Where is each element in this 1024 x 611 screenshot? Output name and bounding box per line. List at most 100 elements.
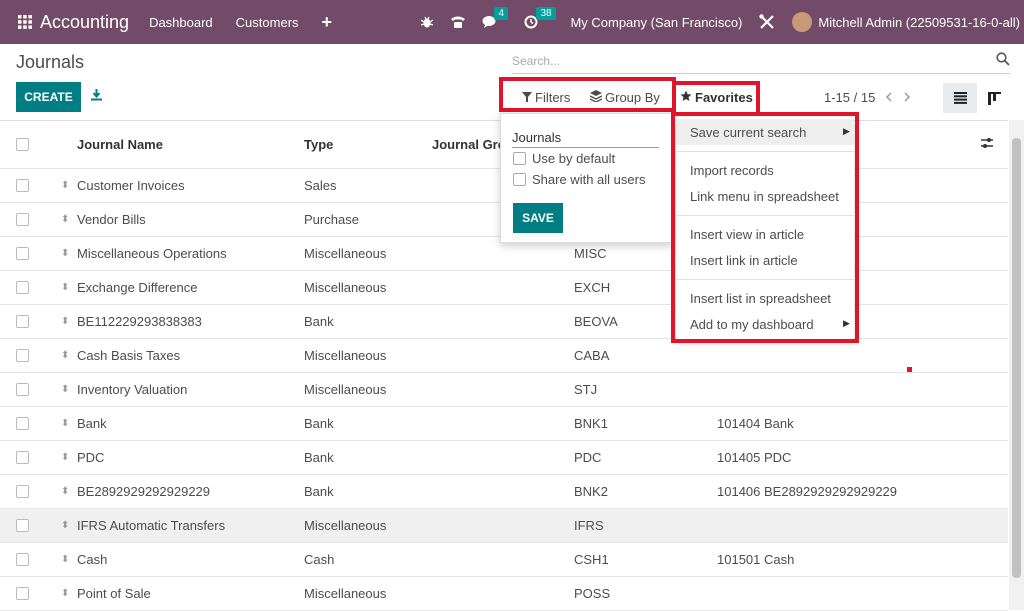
company-switcher[interactable]: My Company (San Francisco) (570, 15, 742, 30)
code-cell: STJ (574, 382, 598, 397)
table-row[interactable]: ⬍ Inventory Valuation Miscellaneous STJ (0, 373, 1008, 407)
table-row[interactable]: ⬍ IFRS Automatic Transfers Miscellaneous IF… (0, 509, 1008, 543)
row-checkbox[interactable] (16, 519, 29, 532)
account-cell: 101405 PDC (717, 450, 792, 465)
vertical-scrollbar[interactable] (1009, 120, 1024, 610)
column-settings-icon[interactable] (980, 136, 994, 153)
drag-handle-icon[interactable]: ⬍ (61, 214, 69, 225)
type-cell: Cash (304, 552, 335, 567)
save-search-dropdown: Journals Use by default Share with all u… (500, 113, 672, 243)
code-cell: PDC (574, 450, 602, 465)
drag-handle-icon[interactable]: ⬍ (61, 588, 69, 599)
select-all-checkbox[interactable] (16, 138, 29, 151)
highlight-box-filters (499, 77, 676, 112)
drag-handle-icon[interactable]: ⬍ (61, 180, 69, 191)
drag-handle-icon[interactable]: ⬍ (61, 350, 69, 361)
chat-icon[interactable]: 4 (482, 7, 508, 29)
chevron-right-icon[interactable] (903, 90, 911, 105)
menu-customers[interactable]: Customers (236, 15, 299, 30)
row-checkbox[interactable] (16, 349, 29, 362)
column-journal-name[interactable]: Journal Name (77, 137, 163, 152)
phone-icon[interactable] (450, 15, 466, 29)
table-row[interactable]: ⬍ Point of Sale Miscellaneous POSS (0, 577, 1008, 611)
type-cell: Miscellaneous (304, 586, 387, 601)
activity-count-badge: 38 (536, 7, 556, 20)
type-cell: Bank (304, 484, 334, 499)
journal-name-cell: Cash (77, 552, 108, 567)
journal-name-cell: BE2892929292929229 (77, 484, 211, 499)
account-cell: 101501 Cash (717, 552, 795, 567)
highlight-box-favorites (672, 81, 760, 116)
bug-icon[interactable] (420, 15, 434, 29)
apps-grid-icon[interactable] (10, 15, 40, 29)
row-checkbox[interactable] (16, 383, 29, 396)
table-row[interactable]: ⬍ Bank Bank BNK1 101404 Bank (0, 407, 1008, 441)
use-default-option[interactable]: Use by default (513, 151, 615, 166)
scrollbar-thumb[interactable] (1012, 138, 1021, 578)
use-default-checkbox[interactable] (513, 152, 526, 165)
code-cell: EXCH (574, 280, 611, 295)
row-checkbox[interactable] (16, 553, 29, 566)
row-checkbox[interactable] (16, 247, 29, 260)
create-button[interactable]: CREATE (16, 82, 81, 112)
code-cell: POSS (574, 586, 611, 601)
user-menu[interactable]: Mitchell Admin (22509531-16-0-all) (818, 15, 1020, 30)
type-cell: Miscellaneous (304, 518, 387, 533)
row-checkbox[interactable] (16, 587, 29, 600)
search-name-input[interactable]: Journals (512, 130, 659, 148)
row-checkbox[interactable] (16, 417, 29, 430)
drag-handle-icon[interactable]: ⬍ (61, 316, 69, 327)
page-title: Journals (16, 52, 85, 72)
type-cell: Bank (304, 314, 334, 329)
row-checkbox[interactable] (16, 179, 29, 192)
pager-range[interactable]: 1-15 / 15 (824, 90, 875, 105)
tools-icon[interactable] (758, 13, 776, 31)
row-checkbox[interactable] (16, 213, 29, 226)
table-row[interactable]: ⬍ Cash Cash CSH1 101501 Cash (0, 543, 1008, 577)
table-row[interactable]: ⬍ PDC Bank PDC 101405 PDC (0, 441, 1008, 475)
share-all-checkbox[interactable] (513, 173, 526, 186)
type-cell: Purchase (304, 212, 359, 227)
download-icon[interactable] (90, 88, 103, 104)
list-view-icon[interactable] (943, 83, 977, 113)
type-cell: Miscellaneous (304, 280, 387, 295)
column-type[interactable]: Type (304, 137, 333, 152)
drag-handle-icon[interactable]: ⬍ (61, 418, 69, 429)
code-cell: BEOVA (574, 314, 618, 329)
drag-handle-icon[interactable]: ⬍ (61, 486, 69, 497)
plus-menu-button[interactable]: + (322, 12, 333, 33)
search-input[interactable]: Search... (512, 48, 1010, 74)
save-button[interactable]: SAVE (513, 203, 563, 233)
chevron-left-icon[interactable] (885, 90, 893, 105)
row-checkbox[interactable] (16, 315, 29, 328)
type-cell: Sales (304, 178, 337, 193)
pager: 1-15 / 15 (824, 90, 911, 105)
type-cell: Miscellaneous (304, 382, 387, 397)
menu-dashboard[interactable]: Dashboard (149, 15, 213, 30)
table-row[interactable]: ⬍ BE2892929292929229 Bank BNK2 101406 BE2892… (0, 475, 1008, 509)
account-cell: 101404 Bank (717, 416, 794, 431)
app-name[interactable]: Accounting (40, 12, 129, 33)
drag-handle-icon[interactable]: ⬍ (61, 248, 69, 259)
code-cell: IFRS (574, 518, 604, 533)
drag-handle-icon[interactable]: ⬍ (61, 452, 69, 463)
journal-name-cell: Vendor Bills (77, 212, 146, 227)
search-icon[interactable] (996, 52, 1010, 69)
view-switcher (943, 83, 1011, 113)
table-row[interactable]: ⬍ Cash Basis Taxes Miscellaneous CABA (0, 339, 1008, 373)
row-checkbox[interactable] (16, 281, 29, 294)
avatar[interactable] (792, 12, 813, 32)
share-all-option[interactable]: Share with all users (513, 172, 645, 187)
journal-name-cell: PDC (77, 450, 105, 465)
search-placeholder: Search... (512, 53, 561, 68)
row-checkbox[interactable] (16, 485, 29, 498)
clock-icon[interactable]: 38 (524, 7, 556, 29)
drag-handle-icon[interactable]: ⬍ (61, 282, 69, 293)
kanban-view-icon[interactable] (977, 83, 1011, 113)
drag-handle-icon[interactable]: ⬍ (61, 520, 69, 531)
journal-name-cell: Miscellaneous Operations (77, 246, 227, 261)
column-journal-group[interactable]: Journal Gro (432, 137, 506, 152)
drag-handle-icon[interactable]: ⬍ (61, 384, 69, 395)
row-checkbox[interactable] (16, 451, 29, 464)
drag-handle-icon[interactable]: ⬍ (61, 554, 69, 565)
